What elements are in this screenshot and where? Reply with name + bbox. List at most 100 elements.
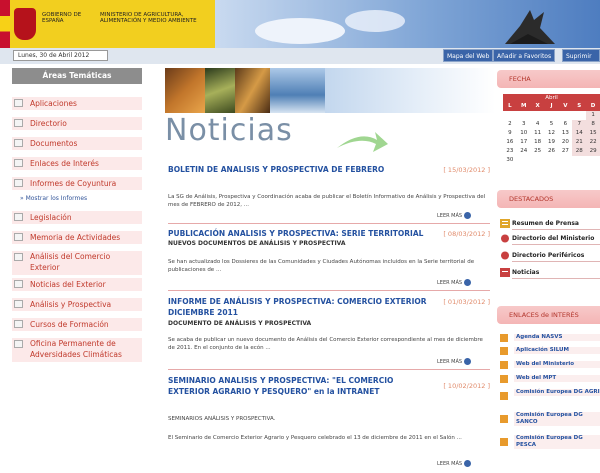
news-title-1[interactable]: BOLETIN DE ANALISIS Y PROSPECTIVA DE FEB… [168,164,430,175]
calendar-day[interactable]: 4 [531,120,545,129]
calendar-day [545,111,559,120]
calendar-day[interactable]: 8 [586,120,600,129]
calendar-day[interactable]: 18 [531,138,545,147]
sidebar-item-documentos[interactable]: Documentos [12,137,142,150]
calendar-day[interactable]: 17 [517,138,531,147]
document-icon [14,233,23,241]
calendar-day[interactable]: 9 [503,129,517,138]
calendar-day[interactable]: 25 [531,147,545,156]
read-more-4[interactable]: LEER MÁS [437,460,472,467]
news-title-2[interactable]: PUBLICACIÓN ANALISIS Y PROSPECTIVA: SERI… [168,228,430,239]
calendar-day[interactable]: 2 [503,120,517,129]
arrow-bullet-icon [500,415,508,423]
enlace-silum[interactable]: Aplicación SILUM [514,347,600,354]
flag-stripe [0,0,10,48]
resumen-prensa-link[interactable]: Resumen de Prensa [512,218,600,230]
suprimir-link[interactable]: Suprimir [562,49,600,62]
calendar-day[interactable]: 27 [558,147,572,156]
calendar-day[interactable]: 3 [517,120,531,129]
sidebar-item-comercio-exterior[interactable]: Análisis del Comercio Exterior [12,251,142,275]
statue-icon [505,10,555,44]
show-reports-link[interactable]: » Mostrar los Informes [20,195,87,202]
enlace-dg-pesca[interactable]: Comisión Europea DG PESCA [514,435,600,449]
enlace-dg-sanco[interactable]: Comisión Europea DG SANCO [514,412,600,426]
sidebar-item-analisis[interactable]: Análisis y Prospectiva [12,298,142,311]
news-title-3[interactable]: INFORME DE ANÁLISIS Y PROSPECTIVA: COMER… [168,296,430,318]
sidebar-item-informes[interactable]: Informes de Coyuntura [12,177,142,190]
calendar-day[interactable]: 12 [545,129,559,138]
gobierno-label: GOBIERNO DE ESPAÑA [42,12,82,24]
calendar-day [545,156,559,165]
news-icon [500,268,510,277]
calendar-day[interactable]: 5 [545,120,559,129]
read-more-3[interactable]: LEER MÁS [437,358,472,365]
calendar-day [572,156,586,165]
sidebar-item-aplicaciones[interactable]: Aplicaciones [12,97,142,110]
calendar-day[interactable]: 30 [503,156,517,165]
sidebar-item-directorio[interactable]: Directorio [12,117,142,130]
calendar: Abril LMXJVSD 1 2 3 4 5 6 7 8 9 10 11 12 13 14 15 16 17 1… [503,94,600,165]
calendar-month: Abril [503,94,600,102]
calendar-day [517,111,531,120]
calendar-day[interactable]: 6 [558,120,572,129]
calendar-day[interactable]: 1 [586,111,600,120]
calendar-day[interactable]: 28 [572,147,587,156]
calendar-day[interactable]: 22 [586,138,600,147]
news-title-4[interactable]: SEMINARIO ANALISIS Y PROSPECTIVA: "EL CO… [168,375,430,397]
read-more-icon [464,212,472,219]
news-date-1: [ 15/03/2012 ] [443,166,490,174]
sidebar-item-noticias-exterior[interactable]: Noticias del Exterior [12,278,142,291]
directorio-perifericos-link[interactable]: Directorio Periféricos [512,250,600,262]
enlace-web-ministerio[interactable]: Web del Ministerio [514,361,600,368]
calendar-day[interactable]: 14 [572,129,587,138]
calendar-weekday: L [503,102,517,111]
sidebar-item-cursos[interactable]: Cursos de Formación [12,318,142,331]
calendar-day[interactable]: 15 [586,129,600,138]
enlace-dg-agri[interactable]: Comisión Europea DG AGRI [514,389,600,396]
calendar-day [572,111,586,120]
add-favorites-link[interactable]: Añadir a Favoritos [493,49,556,62]
calendar-day[interactable]: 20 [558,138,572,147]
read-more-1[interactable]: LEER MÁS [437,212,472,219]
directorio-ministerio-link[interactable]: Directorio del Ministerio [512,233,600,245]
read-more-icon [464,358,472,365]
enlace-web-mpt[interactable]: Web del MPT [514,375,600,382]
calendar-day[interactable]: 10 [517,129,531,138]
calendar-day [517,156,531,165]
document-icon [14,340,23,348]
sidebar-item-memoria[interactable]: Memoria de Actividades [12,231,142,244]
document-icon [14,253,23,261]
document-icon [14,213,23,221]
document-icon [14,159,23,167]
calendar-week: 9 10 11 12 13 14 15 [503,129,600,138]
calendar-day[interactable]: 24 [517,147,531,156]
calendar-day[interactable]: 13 [558,129,572,138]
sidebar-item-oficina[interactable]: Oficina Permanente de Adversidades Climá… [12,338,142,362]
news-body-1: La SG de Análisis, Prospectiva y Coordin… [168,194,486,208]
calendar-day[interactable]: 16 [503,138,517,147]
read-more-icon [464,279,472,286]
destacados-header: DESTACADOS [497,190,600,208]
arrow-bullet-icon [500,375,508,383]
calendar-day[interactable]: 23 [503,147,517,156]
read-more-2[interactable]: LEER MÁS [437,279,472,286]
calendar-day[interactable]: 7 [572,120,587,129]
enlace-agenda[interactable]: Agenda NASVS [514,334,600,341]
noticias-link[interactable]: Noticias [512,267,600,279]
current-date: Lunes, 30 de Abril 2012 [13,50,108,61]
calendar-weekdays: LMXJVSD [503,102,600,111]
document-icon [14,280,23,288]
sidebar-item-enlaces[interactable]: Enlaces de Interés [12,157,142,170]
news-separator [168,290,490,291]
calendar-day[interactable]: 11 [531,129,545,138]
news-subtitle-4: SEMINARIOS ANÁLISIS Y PROSPECTIVA. [168,416,276,422]
calendar-day[interactable]: 21 [572,138,587,147]
news-body-4: El Seminario de Comercio Exterior Agrari… [168,435,462,441]
site-map-link[interactable]: Mapa del Web [443,49,494,62]
calendar-day[interactable]: 29 [586,147,600,156]
sidebar-item-legislacion[interactable]: Legislación [12,211,142,224]
calendar-day[interactable]: 26 [545,147,559,156]
calendar-days[interactable]: 1 2 3 4 5 6 7 8 9 10 11 12 13 14 15 16 17 18 19 20 21 22 23 24 2… [503,111,600,165]
calendar-weekday: X [530,102,545,111]
calendar-day[interactable]: 19 [545,138,559,147]
